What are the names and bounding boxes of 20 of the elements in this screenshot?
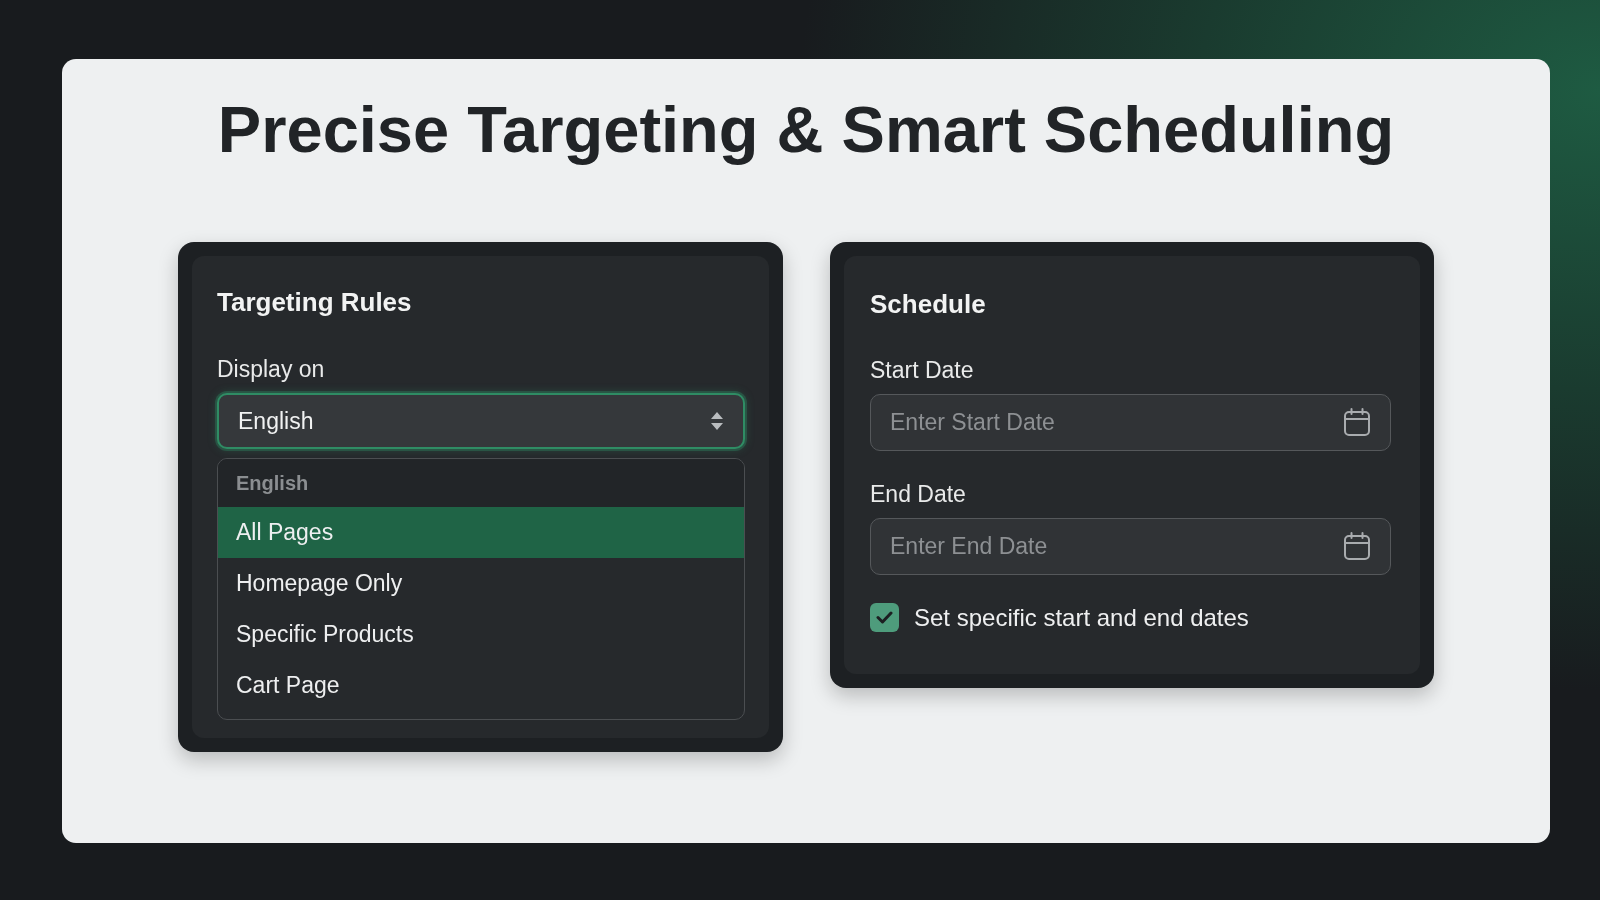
date-input[interactable]: Enter End Date bbox=[870, 518, 1391, 575]
dropdown-option[interactable]: All Pages bbox=[218, 507, 744, 558]
slide-title: Precise Targeting & Smart Scheduling bbox=[217, 92, 1395, 168]
dropdown-option[interactable]: Homepage Only bbox=[218, 558, 744, 609]
field-label: End Date bbox=[870, 480, 967, 508]
checkbox[interactable] bbox=[870, 603, 899, 632]
dropdown-option[interactable]: Specific Products bbox=[218, 609, 744, 660]
calendar-icon bbox=[1344, 532, 1370, 560]
field-label: Start Date bbox=[870, 356, 975, 384]
checkmark-icon bbox=[876, 611, 893, 624]
panel-heading: Schedule bbox=[870, 288, 987, 320]
dropdown-group-label: English bbox=[218, 459, 744, 507]
panel-heading: Targeting Rules bbox=[217, 286, 413, 318]
dropdown-option[interactable]: Cart Page bbox=[218, 660, 744, 711]
display-select[interactable]: English bbox=[217, 393, 745, 449]
calendar-icon bbox=[1344, 408, 1370, 436]
checkbox-label: Set specific start and end dates bbox=[914, 603, 1249, 632]
date-input[interactable]: Enter Start Date bbox=[870, 394, 1391, 451]
field-label: Display on bbox=[217, 355, 326, 383]
sort-arrows-icon bbox=[711, 412, 723, 430]
